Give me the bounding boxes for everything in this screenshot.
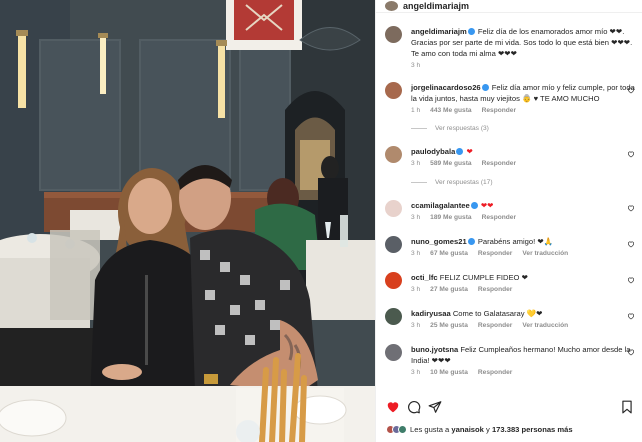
likes-count[interactable]: 173.383 personas: [492, 425, 555, 434]
reply-button[interactable]: Responder: [482, 160, 516, 167]
like-comment-heart-icon[interactable]: [627, 150, 635, 158]
like-comment-heart-icon[interactable]: [627, 86, 635, 94]
reply-button[interactable]: Responder: [478, 250, 512, 257]
author-username[interactable]: angeldimariajm: [403, 1, 469, 11]
comment-time: 3 h: [411, 369, 421, 376]
verified-icon: [467, 238, 475, 245]
comment-text: kadiryusaa Come to Galatasaray 💛❤: [411, 308, 635, 319]
comment-text: ccamilagalantee ❤❤: [411, 200, 635, 211]
avatar: [398, 424, 407, 434]
reply-button[interactable]: Responder: [482, 107, 516, 114]
reply-button[interactable]: Responder: [478, 369, 512, 376]
avatar[interactable]: [385, 82, 402, 99]
like-comment-heart-icon[interactable]: [627, 312, 635, 320]
verified-icon: [470, 202, 478, 209]
comment-meta: 3 h 189 Me gusta Responder: [411, 214, 635, 221]
comment-likes[interactable]: 589 Me gusta: [430, 160, 471, 167]
post-header: angeldimariajm: [376, 0, 642, 13]
comment-time: 3 h: [411, 214, 421, 221]
comment-likes[interactable]: 189 Me gusta: [430, 214, 471, 221]
reply-button[interactable]: Responder: [482, 214, 516, 221]
comment-body: FELIZ CUMPLE FIDEO ❤: [439, 273, 528, 282]
send-icon[interactable]: [428, 400, 442, 414]
comment-time: 1 h: [411, 107, 421, 114]
comment-time: 3 h: [411, 62, 421, 69]
comment-username[interactable]: paulodybala: [411, 147, 455, 156]
comment-body: Parabéns amigo! ❤🙏: [477, 237, 554, 246]
liker-avatars: [386, 424, 407, 434]
translate-link[interactable]: Ver traducción: [522, 322, 568, 329]
comment-likes[interactable]: 25 Me gusta: [430, 322, 468, 329]
comment-text: octi_lfc FELIZ CUMPLE FIDEO ❤: [411, 272, 635, 283]
comment-time: 3 h: [411, 160, 421, 167]
avatar[interactable]: [385, 344, 402, 361]
comment-text: paulodybala ❤: [411, 146, 635, 157]
comment-likes[interactable]: 67 Me gusta: [430, 250, 468, 257]
avatar[interactable]: [385, 146, 402, 163]
comment-likes[interactable]: 10 Me gusta: [430, 369, 468, 376]
comment-time: 3 h: [411, 286, 421, 293]
likes-text: Les gusta a yanaisok y 173.383 personas …: [410, 425, 573, 434]
reply-button[interactable]: Responder: [478, 322, 512, 329]
likes-summary[interactable]: Les gusta a yanaisok y 173.383 personas …: [386, 422, 634, 436]
comment-meta: 3 h 67 Me gusta Responder Ver traducción: [411, 250, 635, 257]
comment-text: jorgelinacardoso26 Feliz día amor mío y …: [411, 82, 635, 104]
comment-time: 3 h: [411, 250, 421, 257]
likes-prefix: Les gusta a: [410, 424, 450, 434]
comment-text: angeldimariajm Feliz día de los enamorad…: [411, 26, 635, 59]
author-avatar[interactable]: [385, 1, 398, 11]
comment-username[interactable]: kadiryusaa: [411, 309, 451, 318]
comment-body: Come to Galatasaray 💛❤: [452, 309, 543, 318]
verified-icon: [481, 84, 489, 91]
comment-body: ❤: [466, 147, 473, 156]
heart-icon[interactable]: [386, 400, 400, 414]
comment-meta: 3 h 25 Me gusta Responder Ver traducción: [411, 322, 635, 329]
comment-icon[interactable]: [407, 400, 421, 414]
verified-icon: [467, 28, 475, 35]
avatar[interactable]: [385, 26, 402, 43]
avatar[interactable]: [385, 308, 402, 325]
comment-text: nuno_gomes21 Parabéns amigo! ❤🙏: [411, 236, 635, 247]
verified-icon: [456, 148, 464, 155]
view-replies-link[interactable]: Ver respuestas (3): [411, 125, 489, 132]
bookmark-icon[interactable]: [620, 400, 634, 414]
instagram-post-window: angeldimariajm angeldimariajm Feliz día …: [0, 0, 642, 442]
comment-likes[interactable]: 27 Me gusta: [430, 286, 468, 293]
couple-photo-illustration: [0, 0, 375, 442]
comment-meta: 3 h 10 Me gusta Responder: [411, 369, 635, 376]
likes-suffix[interactable]: más: [557, 425, 572, 434]
liked-by-user[interactable]: yanaisok: [451, 425, 484, 434]
view-replies-link[interactable]: Ver respuestas (17): [411, 179, 493, 186]
post-photo[interactable]: [0, 0, 375, 442]
comment-username[interactable]: jorgelinacardoso26: [411, 83, 481, 92]
comment-body: ❤❤: [480, 201, 494, 210]
like-comment-heart-icon[interactable]: [627, 240, 635, 248]
comment-meta: 1 h 443 Me gusta Responder: [411, 107, 635, 114]
comment-username[interactable]: angeldimariajm: [411, 27, 467, 36]
comment-likes[interactable]: 443 Me gusta: [430, 107, 471, 114]
comment-username[interactable]: octi_lfc: [411, 273, 438, 282]
post-actions-bar: [386, 396, 634, 416]
avatar[interactable]: [385, 236, 402, 253]
avatar[interactable]: [385, 272, 402, 289]
like-comment-heart-icon[interactable]: [627, 276, 635, 284]
comment-username[interactable]: nuno_gomes21: [411, 237, 467, 246]
comment-text: buno.jyotsna Feliz Cumpleaños hermano! M…: [411, 344, 635, 366]
comment-meta: 3 h 589 Me gusta Responder: [411, 160, 635, 167]
comment-username[interactable]: ccamilagalantee: [411, 201, 470, 210]
translate-link[interactable]: Ver traducción: [522, 250, 568, 257]
comments-panel: angeldimariajm angeldimariajm Feliz día …: [375, 0, 642, 442]
comment-meta: 3 h: [411, 62, 635, 69]
comment-meta: 3 h 27 Me gusta Responder: [411, 286, 635, 293]
comments-list[interactable]: angeldimariajm Feliz día de los enamorad…: [376, 14, 642, 392]
like-comment-heart-icon[interactable]: [627, 348, 635, 356]
reply-button[interactable]: Responder: [478, 286, 512, 293]
like-comment-heart-icon[interactable]: [627, 204, 635, 212]
comment-username[interactable]: buno.jyotsna: [411, 345, 458, 354]
avatar[interactable]: [385, 200, 402, 217]
likes-middle: y: [486, 424, 490, 434]
comment-time: 3 h: [411, 322, 421, 329]
